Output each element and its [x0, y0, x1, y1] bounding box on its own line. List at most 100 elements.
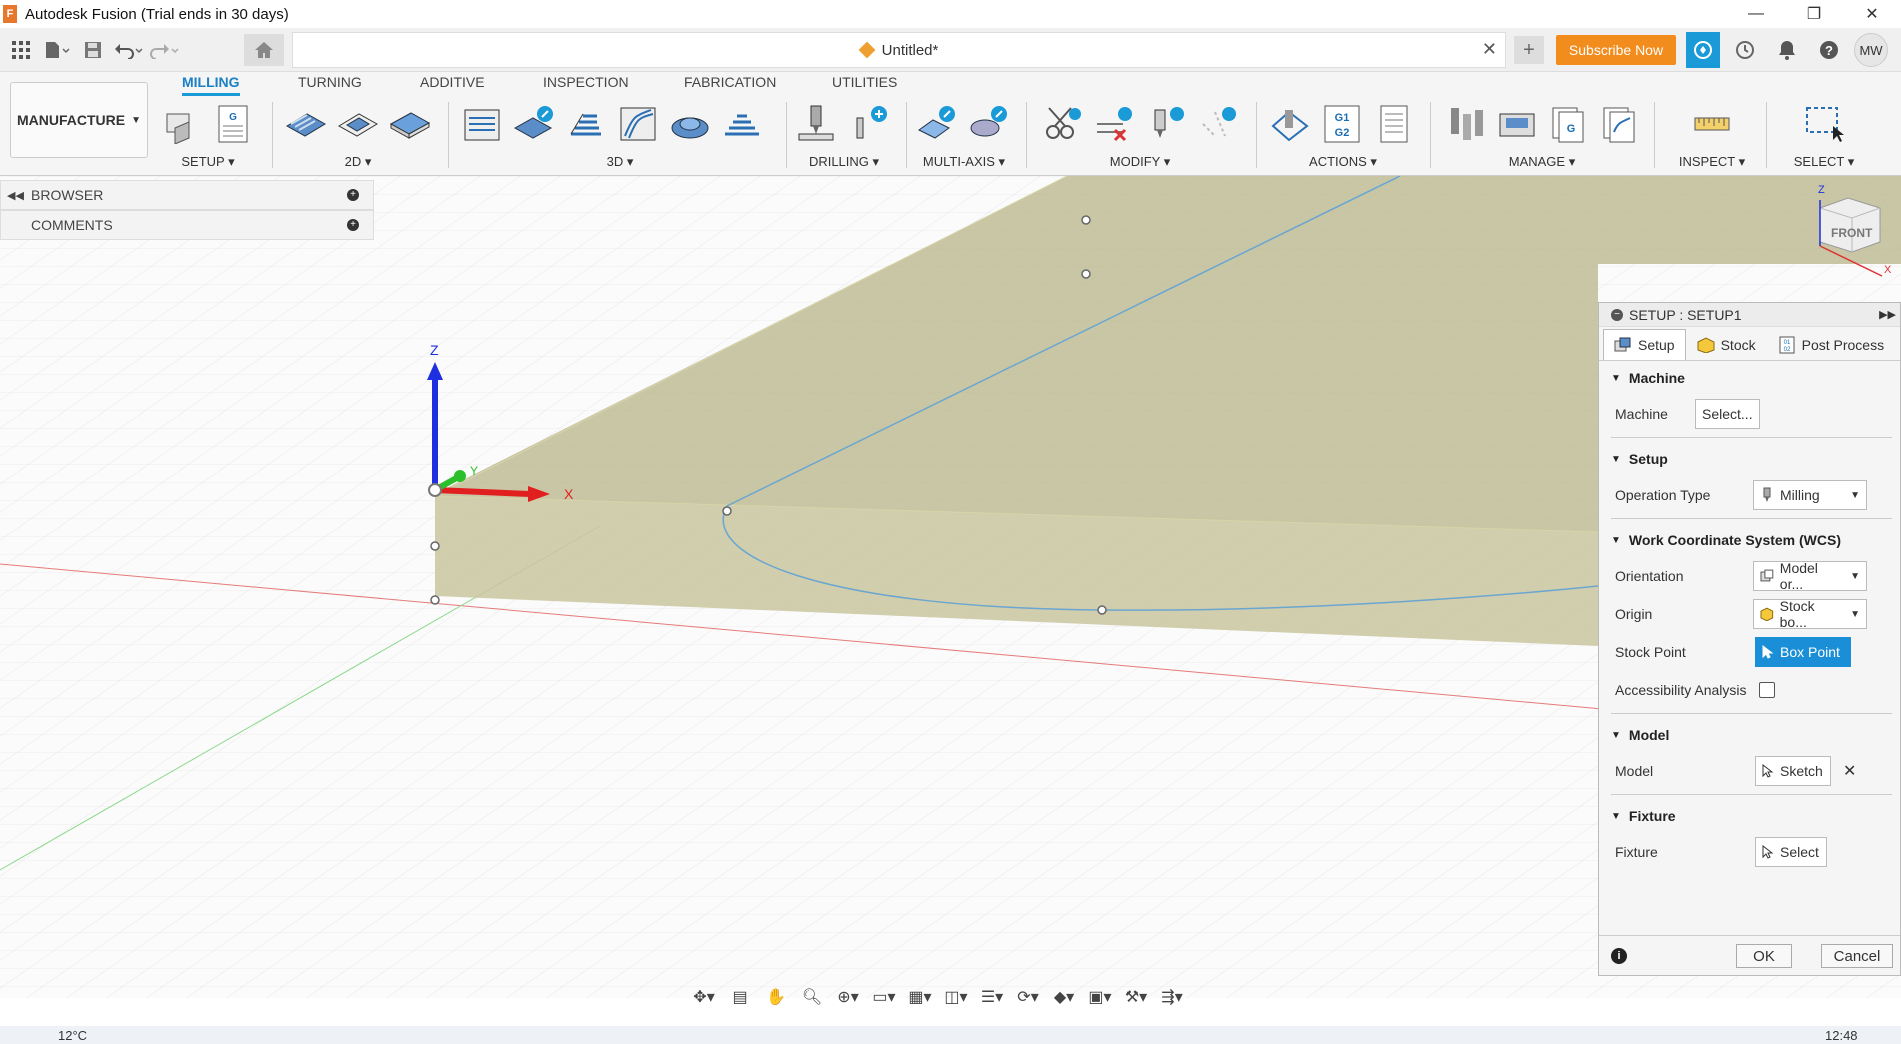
viewports-icon[interactable]: ◫▾: [942, 984, 970, 1010]
edit-tool-icon[interactable]: [1144, 102, 1188, 146]
nc-program-icon[interactable]: G: [212, 102, 254, 146]
section-setup[interactable]: ▼ Setup: [1599, 442, 1900, 476]
inspect-group-label[interactable]: INSPECT ▾: [1668, 154, 1756, 170]
tab-additive[interactable]: ADDITIVE: [420, 74, 485, 96]
cancel-button[interactable]: Cancel: [1821, 944, 1893, 968]
2d-pocket-icon[interactable]: [336, 102, 380, 146]
post-process-icon[interactable]: G1 G2: [1320, 102, 1364, 146]
viewcube[interactable]: Z FRONT X: [1808, 184, 1894, 280]
close-tab-button[interactable]: ✕: [1482, 39, 1497, 60]
expand-plus-icon[interactable]: +: [347, 189, 359, 201]
ok-button[interactable]: OK: [1736, 944, 1792, 968]
multi-axis-group-label[interactable]: MULTI-AXIS ▾: [914, 154, 1014, 170]
stock-point-button[interactable]: Box Point: [1755, 637, 1851, 667]
contour-icon[interactable]: [668, 102, 712, 146]
2d-adaptive-icon[interactable]: [284, 102, 328, 146]
post-library-icon[interactable]: G: [1546, 102, 1589, 146]
browser-row[interactable]: ◀◀ BROWSER +: [0, 180, 374, 210]
minimize-button[interactable]: —: [1727, 0, 1785, 28]
multi-axis-contour-icon[interactable]: [966, 102, 1010, 146]
simulate-icon[interactable]: [1268, 102, 1312, 146]
section-fixture[interactable]: ▼ Fixture: [1599, 799, 1900, 833]
operation-type-dropdown[interactable]: Milling ▼: [1753, 480, 1867, 510]
machine-select-button[interactable]: Select...: [1695, 399, 1760, 429]
2d-group-label[interactable]: 2D ▾: [284, 154, 432, 170]
collapse-icon[interactable]: ◀◀: [7, 189, 24, 202]
origin-point[interactable]: [428, 483, 442, 497]
modify-group-label[interactable]: MODIFY ▾: [1040, 154, 1240, 170]
face-icon[interactable]: [388, 102, 432, 146]
select-group-label[interactable]: SELECT ▾: [1774, 154, 1874, 170]
stock-display-icon[interactable]: ◆▾: [1050, 984, 1078, 1010]
setup-sheet-icon[interactable]: [1372, 102, 1416, 146]
document-tab[interactable]: Untitled* ✕: [292, 32, 1506, 68]
clear-model-icon[interactable]: ✕: [1843, 761, 1856, 781]
measure-icon[interactable]: [1690, 102, 1734, 146]
section-model[interactable]: ▼ Model: [1599, 718, 1900, 752]
manage-group-label[interactable]: MANAGE ▾: [1444, 154, 1640, 170]
new-setup-icon[interactable]: [162, 102, 204, 146]
display-settings-icon[interactable]: ▭▾: [870, 984, 898, 1010]
tab-stock[interactable]: Stock: [1686, 329, 1767, 360]
tab-post-process[interactable]: 01 02 Post Process: [1767, 329, 1895, 360]
refresh-icon[interactable]: ⟳▾: [1014, 984, 1042, 1010]
tab-utilities[interactable]: UTILITIES: [832, 74, 897, 96]
info-icon[interactable]: i: [1611, 947, 1627, 964]
weather-temperature[interactable]: 12°C: [58, 1028, 87, 1043]
tool-library-icon[interactable]: [1444, 102, 1487, 146]
undo-icon[interactable]: [114, 36, 144, 64]
origin-dropdown[interactable]: Stock bo... ▼: [1753, 598, 1867, 630]
expand-dialog-icon[interactable]: ▶▶: [1879, 308, 1896, 321]
close-button[interactable]: ✕: [1843, 0, 1901, 28]
trim-icon[interactable]: [1040, 102, 1084, 146]
redo-icon[interactable]: [150, 36, 180, 64]
orbit-constrained-icon[interactable]: ✥▾: [690, 984, 718, 1010]
orientation-dropdown[interactable]: Model or... ▼: [1753, 560, 1867, 592]
reorder-icon[interactable]: [1196, 102, 1240, 146]
3d-group-label[interactable]: 3D ▾: [460, 154, 780, 170]
window-select-icon[interactable]: [1802, 102, 1846, 146]
setup-group-label[interactable]: SETUP ▾: [162, 154, 254, 170]
collapse-dialog-icon[interactable]: −: [1611, 308, 1623, 321]
machine-library-icon[interactable]: [1495, 102, 1538, 146]
help-icon[interactable]: ?: [1812, 32, 1846, 68]
pan-hand-icon[interactable]: ✋: [762, 984, 790, 1010]
zoom-window-icon[interactable]: ⊕▾: [834, 984, 862, 1010]
tab-turning[interactable]: TURNING: [298, 74, 362, 96]
grid-settings-icon[interactable]: ▦▾: [906, 984, 934, 1010]
hole-recognition-icon[interactable]: [846, 102, 890, 146]
toolpath-display-icon[interactable]: ⇶▾: [1158, 984, 1186, 1010]
tab-setup[interactable]: Setup: [1603, 329, 1686, 360]
comments-row[interactable]: COMMENTS +: [0, 210, 374, 240]
parallel-icon[interactable]: [720, 102, 764, 146]
tab-inspection[interactable]: INSPECTION: [543, 74, 629, 96]
template-library-icon[interactable]: [1597, 102, 1640, 146]
new-tab-button[interactable]: +: [1514, 36, 1544, 64]
tab-milling[interactable]: MILLING: [182, 74, 240, 96]
workspace-switcher[interactable]: MANUFACTURE ▼: [10, 82, 148, 158]
zoom-icon[interactable]: 🔍︎: [798, 984, 826, 1010]
flow-icon[interactable]: [616, 102, 660, 146]
app-grid-icon[interactable]: [6, 36, 36, 64]
actions-group-label[interactable]: ACTIONS ▾: [1268, 154, 1418, 170]
user-avatar[interactable]: MW: [1854, 33, 1888, 67]
dialog-header[interactable]: − SETUP : SETUP1 ▶▶: [1599, 303, 1900, 327]
fixture-select-button[interactable]: Select: [1755, 837, 1827, 867]
swarf-icon[interactable]: [914, 102, 958, 146]
section-wcs[interactable]: ▼ Work Coordinate System (WCS): [1599, 523, 1900, 557]
3d-adaptive-icon[interactable]: [460, 102, 504, 146]
expand-plus-icon[interactable]: +: [347, 219, 359, 231]
machine-display-icon[interactable]: ▣▾: [1086, 984, 1114, 1010]
drilling-group-label[interactable]: DRILLING ▾: [794, 154, 894, 170]
section-analysis-icon[interactable]: ☰▾: [978, 984, 1006, 1010]
section-machine[interactable]: ▼ Machine: [1599, 361, 1900, 395]
subscribe-button[interactable]: Subscribe Now: [1556, 35, 1676, 65]
viewcube-face-label[interactable]: FRONT: [1831, 226, 1872, 240]
restore-button[interactable]: ❐: [1785, 0, 1843, 28]
look-at-icon[interactable]: ▤: [726, 984, 754, 1010]
tool-display-icon[interactable]: ⚒▾: [1122, 984, 1150, 1010]
data-panel-icon[interactable]: [1686, 32, 1720, 68]
delete-toolpath-icon[interactable]: [1092, 102, 1136, 146]
home-button[interactable]: [244, 34, 284, 66]
x-axis-arrow[interactable]: [434, 487, 531, 497]
